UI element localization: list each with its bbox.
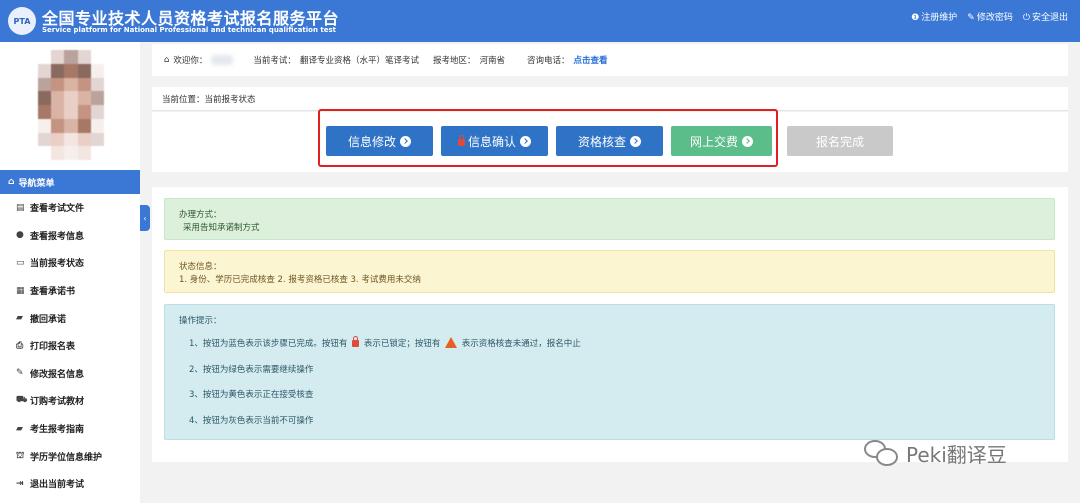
avatar-pixel [38, 132, 52, 147]
avatar-pixel [64, 63, 78, 78]
top-header: PTA 全国专业技术人员资格考试报名服务平台 Service platform … [0, 0, 1080, 42]
chevron-left-icon: ‹ [143, 213, 147, 223]
avatar-pixel [51, 91, 65, 105]
book-icon: ▰ [16, 313, 23, 324]
avatar-pixel [90, 91, 104, 105]
lock-icon [352, 335, 360, 347]
sidebar-item-order-books[interactable]: ⛟ 订购考试教材 [0, 387, 140, 415]
tip-line-3: 3、按钮为黄色表示正在接受核查 [189, 390, 314, 401]
avatar-pixel [38, 105, 52, 119]
avatar-pixel [51, 118, 65, 133]
breadcrumb: 当前位置：当前报考状态 [152, 87, 1068, 111]
avatar-pixel [90, 105, 104, 119]
sidebar-item-edit-info[interactable]: ✎ 修改报名信息 [0, 360, 140, 388]
info-icon: ● [16, 230, 24, 241]
site-subtitle: Service platform for National Profession… [42, 26, 336, 34]
cart-icon: ⛟ [16, 395, 28, 406]
avatar-pixel [51, 63, 65, 78]
printer-icon: ⎙ [16, 340, 24, 351]
step-complete-button: 报名完成 [787, 126, 893, 156]
avatar-pixel [64, 118, 78, 133]
avatar-pixel [90, 77, 104, 92]
nav-menu-header: ⌂ 导航菜单 [0, 170, 140, 194]
avatar-pixel [38, 50, 52, 64]
avatar-pixel [38, 118, 52, 133]
avatar-pixel [38, 63, 52, 78]
sidebar-item-exit-exam[interactable]: ⇥ 退出当前考试 [0, 470, 140, 498]
avatar-pixel [64, 50, 78, 64]
avatar-pixel [51, 146, 65, 160]
warning-icon [445, 336, 458, 348]
phone-view-link[interactable]: 点击查看 [574, 54, 608, 66]
avatar-pixel [90, 146, 104, 160]
avatar-pixel [51, 132, 65, 147]
avatar-pixel [51, 77, 65, 92]
avatar-pixel [64, 132, 78, 147]
power-icon: ⏻ [1022, 13, 1030, 23]
wechat-watermark: Peki翻译豆 [862, 438, 1007, 468]
nav-list: ▤ 查看考试文件 ● 查看报考信息 ▭ 当前报考状态 ▦ 查看承诺书 ▰ 撤回承诺 ⎙ 打印… [0, 194, 140, 498]
avatar-pixel [90, 132, 104, 147]
avatar-pixel [90, 118, 104, 133]
tips-box: 操作提示： 1、按钮为蓝色表示该步骤已完成。按钮有 表示已锁定；按钮有 表示资格… [164, 304, 1055, 440]
avatar-pixel [77, 146, 91, 160]
bank-icon: ⌂ [164, 55, 170, 65]
document-icon: ▤ [16, 202, 25, 213]
avatar-pixel [90, 50, 104, 64]
avatar-pixel [77, 91, 91, 105]
avatar-pixel [38, 77, 52, 92]
card-icon: ▦ [16, 285, 25, 296]
home-icon: ⌂ [8, 177, 15, 187]
sidebar-collapse-toggle[interactable]: ‹ [140, 205, 150, 231]
sidebar-item-registration-info[interactable]: ● 查看报考信息 [0, 222, 140, 250]
edit-icon: ✎ [16, 368, 24, 379]
avatar-pixel [77, 77, 91, 92]
avatar-pixel [90, 63, 104, 78]
sidebar-item-withdraw-commitment[interactable]: ▰ 撤回承诺 [0, 304, 140, 332]
avatar-pixel [38, 91, 52, 105]
avatar [38, 50, 104, 160]
avatar-pixel [51, 50, 65, 64]
register-maintain-link[interactable]: ❶ 注册维护 [911, 10, 957, 23]
sidebar-item-exam-files[interactable]: ▤ 查看考试文件 [0, 194, 140, 222]
avatar-pixel [64, 91, 78, 105]
edit-icon: ✎ [967, 13, 975, 23]
avatar-pixel [64, 105, 78, 119]
change-password-link[interactable]: ✎ 修改密码 [967, 10, 1013, 23]
avatar-pixel [64, 146, 78, 160]
avatar-pixel [51, 105, 65, 119]
avatar-pixel [77, 105, 91, 119]
avatar-pixel [77, 63, 91, 78]
avatar-pixel [77, 132, 91, 147]
avatar-pixel [77, 118, 91, 133]
info-icon: ❶ [911, 13, 920, 23]
user-info-bar: ⌂ 欢迎你： 当前考试： 翻译专业资格（水平）笔译考试 报考地区： 河南省 咨询… [152, 44, 1068, 76]
book-icon: ▰ [16, 423, 23, 434]
steps-highlight-frame [318, 109, 778, 167]
user-name-blurred [211, 55, 234, 65]
sidebar: ⌂ 导航菜单 ▤ 查看考试文件 ● 查看报考信息 ▭ 当前报考状态 ▦ 查看承诺书 ▰ 撤… [0, 42, 140, 503]
graduation-cap-icon: ⛫ [16, 450, 25, 461]
monitor-icon: ▭ [16, 257, 25, 268]
method-box: 办理方式： 采用告知承诺制方式 [164, 198, 1055, 240]
sidebar-item-print-form[interactable]: ⎙ 打印报名表 [0, 332, 140, 360]
wechat-icon [862, 438, 900, 468]
pta-logo: PTA [8, 7, 36, 35]
header-links: ❶ 注册维护 ✎ 修改密码 ⏻ 安全退出 [911, 10, 1068, 23]
avatar-pixel [64, 77, 78, 92]
sign-out-icon: ⇥ [16, 478, 24, 489]
sidebar-item-guide[interactable]: ▰ 考生报考指南 [0, 415, 140, 443]
sidebar-item-commitment[interactable]: ▦ 查看承诺书 [0, 277, 140, 305]
tip-line-4: 4、按钮为灰色表示当前不可操作 [189, 416, 314, 426]
tip-line-1: 1、按钮为蓝色表示该步骤已完成。按钮有 表示已锁定；按钮有 表示资格核查未通过，… [189, 335, 581, 349]
sidebar-item-current-status[interactable]: ▭ 当前报考状态 [0, 249, 140, 277]
sidebar-item-degree-info[interactable]: ⛫ 学历学位信息维护 [0, 442, 140, 470]
tip-line-2: 2、按钮为绿色表示需要继续操作 [189, 364, 314, 375]
avatar-pixel [77, 50, 91, 64]
avatar-pixel [38, 146, 52, 160]
logout-link[interactable]: ⏻ 安全退出 [1023, 10, 1068, 23]
status-box: 状态信息： 1. 身份、学历已完成核查 2. 报考资格已核查 3. 考试费用未交… [164, 250, 1055, 293]
